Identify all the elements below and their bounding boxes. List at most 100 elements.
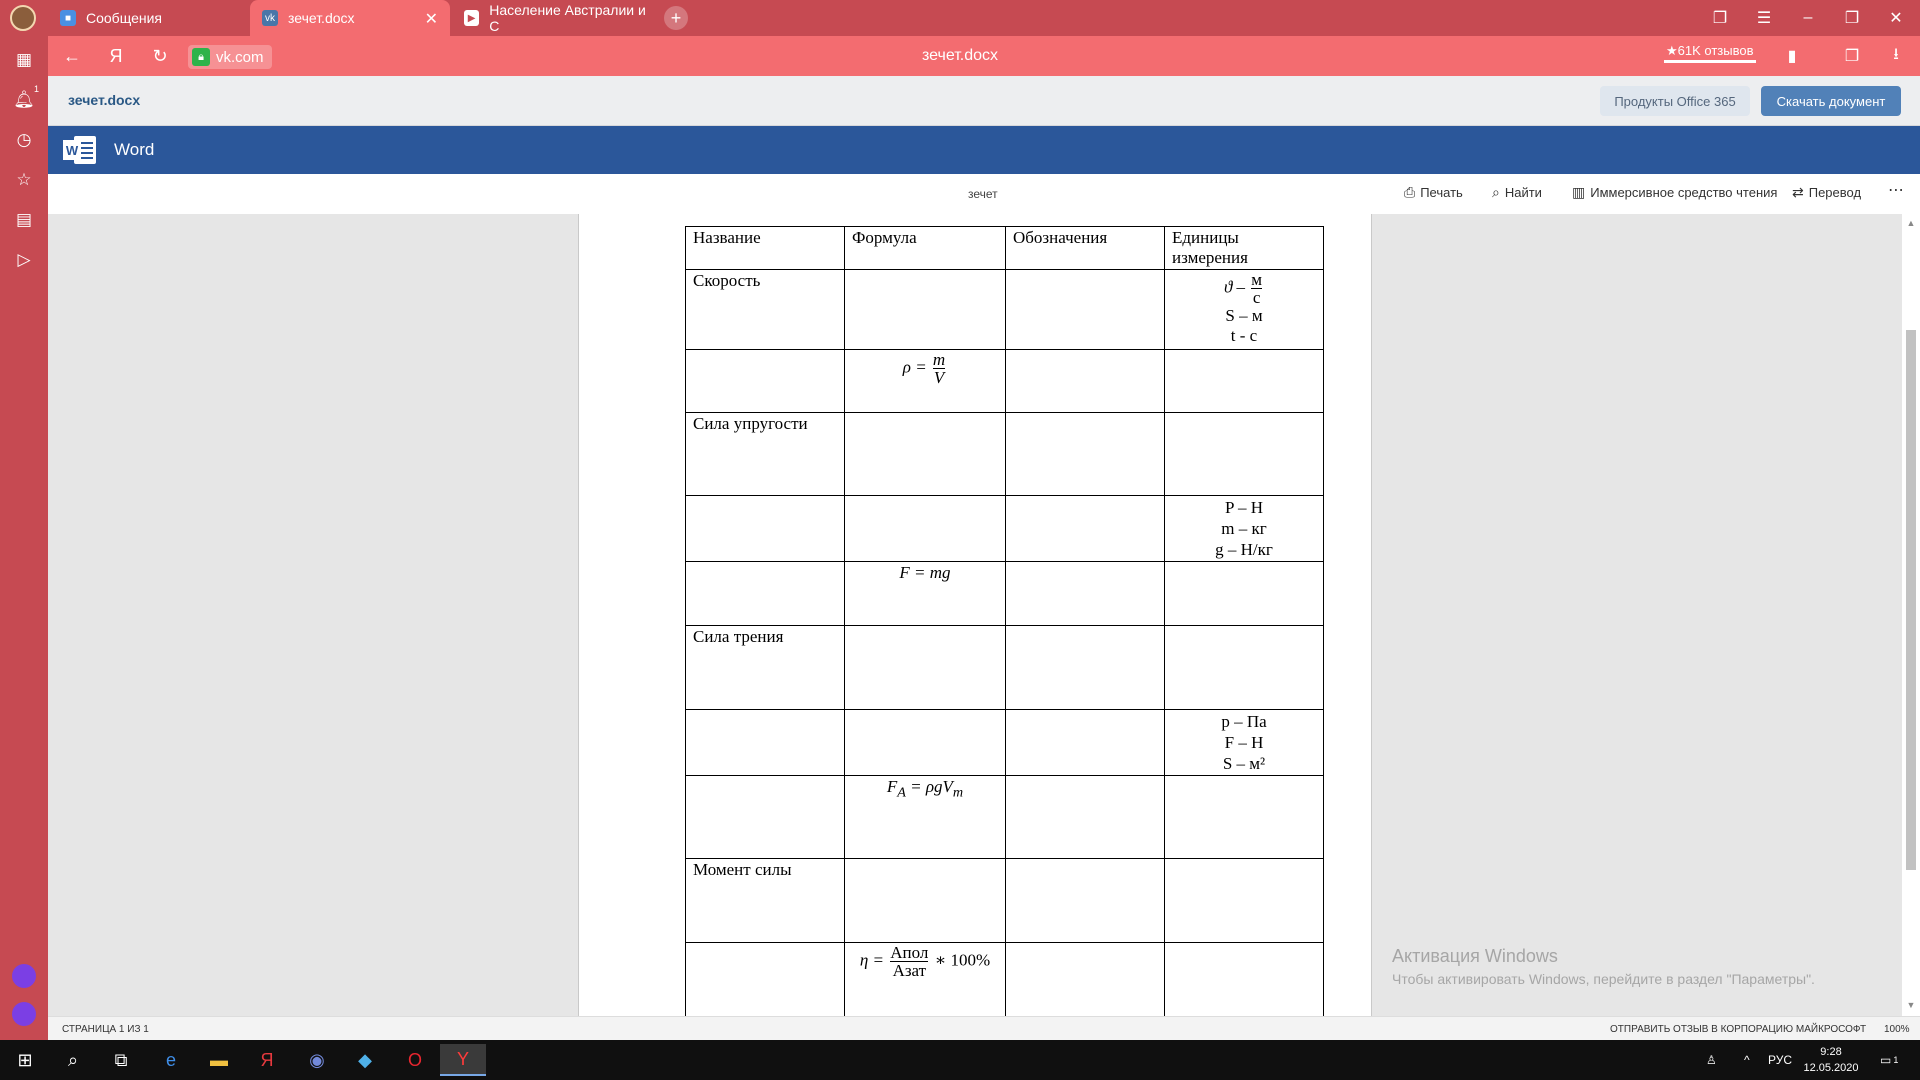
- tab-messages[interactable]: ■ Сообщения: [48, 0, 248, 36]
- restore-icon[interactable]: ❐: [1830, 0, 1874, 36]
- immersive-reader-button[interactable]: ▥ Иммерсивное средство чтения: [1572, 184, 1777, 201]
- watermark-title: Активация Windows: [1392, 946, 1558, 966]
- bell-icon[interactable]: 🔔︎: [12, 88, 36, 112]
- task-view-icon[interactable]: ⧉: [98, 1044, 144, 1076]
- tabs-icon[interactable]: ❐: [1698, 0, 1742, 36]
- menu-icon[interactable]: ☰: [1742, 0, 1786, 36]
- yandex-home-icon[interactable]: Я: [96, 36, 136, 76]
- tab-zechet-docx[interactable]: vk зечет.docx ✕: [250, 0, 450, 36]
- more-options-icon[interactable]: ⋯: [1888, 180, 1904, 200]
- apps-grid-icon[interactable]: ▦: [12, 48, 36, 72]
- close-tab-icon[interactable]: ✕: [425, 9, 438, 29]
- language-indicator[interactable]: РУС: [1768, 1040, 1792, 1080]
- units-line: p – Па: [1221, 712, 1267, 731]
- assistant-icon[interactable]: [12, 1002, 36, 1026]
- symbols-cell: [1005, 625, 1165, 710]
- command-bar: зечет ⎙ Печать ⌕ Найти ▥ Иммерсивное сре…: [48, 174, 1920, 214]
- reviews-link[interactable]: ★61K отзывов: [1664, 43, 1756, 63]
- windows-start-icon[interactable]: ⊞: [2, 1044, 48, 1076]
- formula-cell: [844, 495, 1006, 562]
- clock[interactable]: 9:28 12.05.2020: [1796, 1044, 1866, 1076]
- units-line: F – Н: [1224, 733, 1264, 752]
- play-icon[interactable]: ▷: [12, 248, 36, 272]
- name-cell: [685, 349, 845, 413]
- document-page: Название Формула Обозначения Единицы изм…: [578, 214, 1372, 1016]
- word-header: W Word: [48, 126, 1920, 174]
- bookmark-icon[interactable]: ▮: [1772, 36, 1812, 76]
- symbols-cell: [1005, 349, 1165, 413]
- units-cell: [1164, 349, 1324, 413]
- history-icon[interactable]: ◷: [12, 128, 36, 152]
- people-icon[interactable]: ♙: [1706, 1040, 1717, 1080]
- name-cell: [685, 561, 845, 626]
- symbols-cell: [1005, 709, 1165, 776]
- header-cell: Обозначения: [1005, 226, 1165, 270]
- scroll-down-icon[interactable]: ▼: [1905, 1000, 1917, 1012]
- yandex-icon[interactable]: Я: [244, 1044, 290, 1076]
- clock-date: 12.05.2020: [1803, 1062, 1859, 1074]
- name-cell: [685, 942, 845, 1016]
- file-explorer-icon[interactable]: ▬: [196, 1044, 242, 1076]
- zoom-level[interactable]: 100%: [1884, 1024, 1910, 1035]
- tab-label: Сообщения: [86, 10, 162, 26]
- watermark-text: Чтобы активировать Windows, перейдите в …: [1392, 971, 1815, 987]
- minimize-icon[interactable]: –: [1786, 0, 1830, 36]
- name-cell: Скорость: [685, 269, 845, 350]
- scrollbar-thumb[interactable]: [1906, 330, 1916, 870]
- formula-cell: η = Aпол Aзат ∗ 100%: [844, 942, 1006, 1016]
- chat-bubble-icon: ▭: [1880, 1053, 1892, 1067]
- symbols-cell: [1005, 858, 1165, 943]
- windows-taskbar: ⊞ ⌕ ⧉ e ▬ Я ◉ ◆ O Y ♙ ^ РУС 9:28 12.05.2…: [0, 1040, 1920, 1080]
- opera-icon[interactable]: O: [392, 1044, 438, 1076]
- table-row: FA = ρgVm: [685, 775, 1324, 859]
- name-cell: Сила упругости: [685, 412, 845, 496]
- edge-icon[interactable]: e: [148, 1044, 194, 1076]
- table-row: ρ = m V: [685, 349, 1324, 413]
- tab-australia[interactable]: ▶ Население Австралии и С: [452, 0, 652, 36]
- collections-icon[interactable]: ▤: [12, 208, 36, 232]
- translate-button[interactable]: ⇄ Перевод: [1792, 184, 1861, 201]
- header-cell: Название: [685, 226, 845, 270]
- reload-icon[interactable]: ↻: [140, 36, 180, 76]
- reader-icon[interactable]: ❐: [1832, 36, 1872, 76]
- close-window-icon[interactable]: ✕: [1874, 0, 1918, 36]
- vertical-scrollbar[interactable]: ▲ ▼: [1902, 214, 1920, 1016]
- discord-icon[interactable]: ◉: [294, 1044, 340, 1076]
- header-cell: Формула: [844, 226, 1006, 270]
- feedback-link[interactable]: ОТПРАВИТЬ ОТЗЫВ В КОРПОРАЦИЮ МАЙКРОСОФТ: [1610, 1024, 1866, 1035]
- units-cell: [1164, 561, 1324, 626]
- table-header-row: Название Формула Обозначения Единицы изм…: [685, 226, 1324, 270]
- shield-app-icon[interactable]: ◆: [342, 1044, 388, 1076]
- units-cell: [1164, 858, 1324, 943]
- table-row: Момент силы: [685, 858, 1324, 943]
- tray-chevron-icon[interactable]: ^: [1744, 1040, 1750, 1080]
- search-icon[interactable]: ⌕: [50, 1044, 96, 1076]
- yandex-browser-icon[interactable]: Y: [440, 1044, 486, 1076]
- print-button[interactable]: ⎙ Печать: [1404, 184, 1463, 201]
- symbols-cell: [1005, 412, 1165, 496]
- find-button[interactable]: ⌕ Найти: [1492, 184, 1542, 201]
- symbols-cell: [1005, 775, 1165, 859]
- profile-avatar[interactable]: [10, 5, 36, 31]
- download-icon[interactable]: ⭳: [1876, 36, 1916, 76]
- download-document-button[interactable]: Скачать документ: [1761, 86, 1901, 116]
- document-name: зечет: [968, 187, 998, 201]
- alice-icon[interactable]: [12, 964, 36, 988]
- units-line: P – Н: [1224, 498, 1264, 517]
- star-icon[interactable]: ☆: [12, 168, 36, 192]
- document-canvas: Название Формула Обозначения Единицы изм…: [48, 214, 1902, 1016]
- symbols-cell: [1005, 561, 1165, 626]
- formula-subscript: A: [897, 784, 906, 801]
- new-tab-button[interactable]: +: [664, 6, 688, 30]
- back-icon[interactable]: ←: [52, 36, 92, 76]
- tab-label: Население Австралии и С: [489, 2, 646, 34]
- notifications-icon[interactable]: ▭ 1: [1880, 1040, 1898, 1080]
- formula-cell: FA = ρgVm: [844, 775, 1006, 859]
- url-field[interactable]: 🔒︎ vk.com: [188, 45, 272, 69]
- office-products-button[interactable]: Продукты Office 365: [1600, 86, 1750, 116]
- tab-label: зечет.docx: [288, 10, 355, 26]
- scroll-up-icon[interactable]: ▲: [1905, 218, 1917, 230]
- units-cell: [1164, 775, 1324, 859]
- table-row: F = mg: [685, 561, 1324, 626]
- windows-activation-watermark: Активация Windows Чтобы активировать Win…: [1392, 946, 1815, 987]
